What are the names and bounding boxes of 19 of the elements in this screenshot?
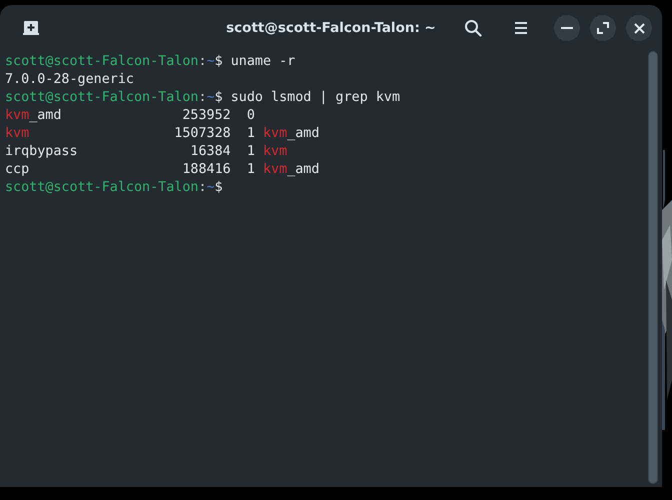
new-tab-icon	[22, 20, 40, 36]
maximize-button[interactable]	[590, 15, 616, 41]
window-title: scott@scott-Falcon-Talon: ~	[226, 20, 436, 36]
minimize-icon	[561, 27, 573, 29]
maximize-icon	[597, 22, 609, 34]
search-icon	[464, 19, 482, 37]
terminal-line: 7.0.0-28-generic	[5, 71, 134, 89]
close-icon	[634, 22, 644, 34]
terminal-line: ccp 188416 1 kvm_amd	[5, 161, 320, 179]
close-button[interactable]	[626, 15, 652, 41]
menu-icon	[514, 21, 528, 35]
minimize-button[interactable]	[554, 15, 580, 41]
terminal-line: kvm 1507328 1 kvm_amd	[5, 125, 320, 143]
terminal-line: scott@scott-Falcon-Talon:~$ uname -r	[5, 53, 296, 71]
terminal-line: scott@scott-Falcon-Talon:~$ sudo lsmod | grep kvm	[5, 89, 400, 107]
terminal-line: scott@scott-Falcon-Talon:~$	[5, 179, 223, 197]
terminal-line: kvm_amd 253952 0	[5, 107, 255, 125]
terminal-line: irqbypass 16384 1 kvm	[5, 143, 288, 161]
scrollbar[interactable]	[648, 51, 658, 484]
